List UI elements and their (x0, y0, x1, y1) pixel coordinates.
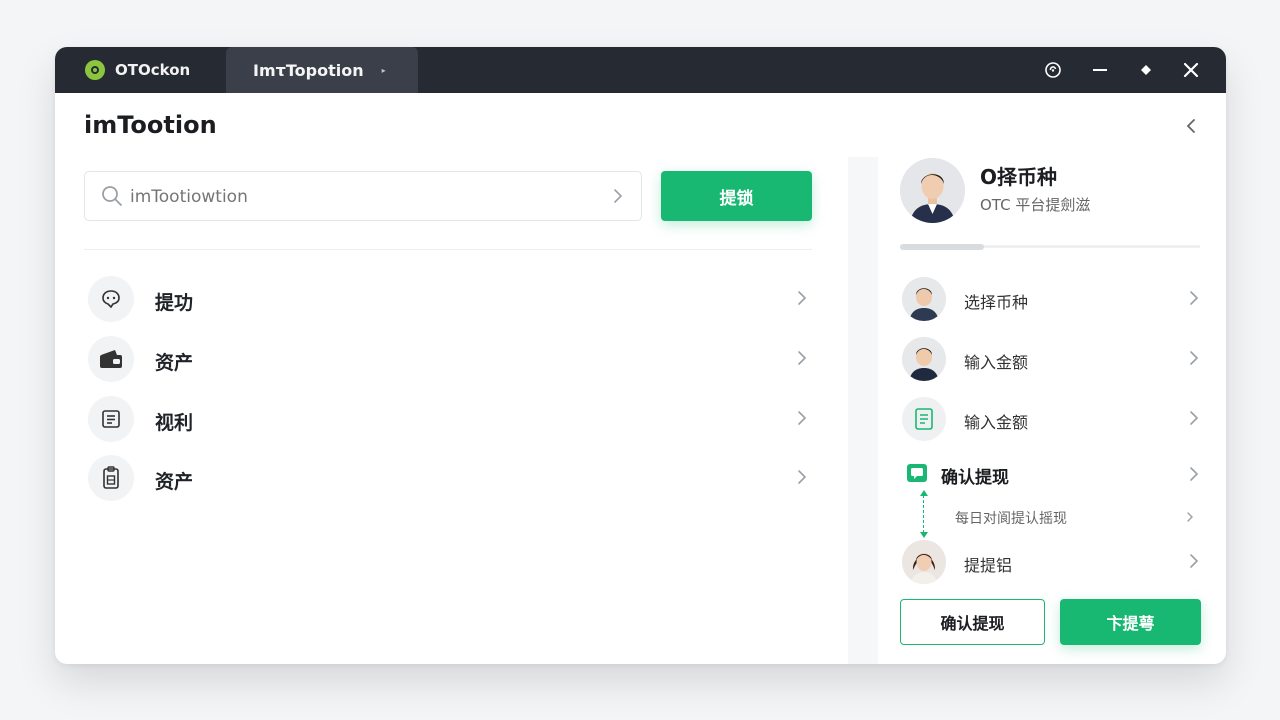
step-item[interactable]: 选择币种 (902, 277, 1200, 323)
pane-separator (848, 157, 878, 664)
menu-item-label: 资产 (155, 471, 194, 493)
app-name: OTOckon (115, 61, 191, 79)
menu-item[interactable]: 提功 (88, 276, 808, 324)
tab-arrow-icon: ▸ (381, 65, 386, 75)
step-note: 每日对阆提认摇现 (955, 511, 1067, 527)
step-item[interactable]: 输入金额 (902, 397, 1200, 443)
menu-item-label: 资产 (155, 352, 194, 374)
chevron-right-icon (1188, 289, 1200, 311)
tab-active[interactable]: ImτTopotion ▸ (226, 47, 418, 93)
submit-button[interactable]: 卞提萼 (1060, 599, 1201, 645)
chevron-right-icon[interactable] (613, 188, 623, 208)
profile-subtitle: OTC 平台提劍滋 (980, 196, 1091, 214)
menu-item[interactable]: 资产 (88, 336, 808, 384)
chevron-right-icon (1188, 552, 1200, 574)
menu-item[interactable]: 资产 (88, 455, 808, 503)
profile-avatar (900, 158, 965, 223)
user-avatar (902, 540, 946, 584)
title-bar: OTOckon ImτTopotion ▸ (55, 47, 1226, 93)
chevron-right-icon (796, 468, 808, 490)
confirm-step[interactable]: 确认提现 (907, 462, 1200, 488)
chevron-right-icon (796, 289, 808, 311)
arrow-up-icon (920, 490, 928, 496)
message-icon (907, 464, 927, 482)
progress-fill (900, 244, 984, 250)
chevron-right-icon (796, 409, 808, 431)
user-avatar (902, 277, 946, 321)
clipboard-icon (88, 455, 134, 501)
divider (84, 249, 812, 250)
close-icon[interactable] (1179, 58, 1203, 82)
step-label: 输入金额 (964, 413, 1029, 432)
chevron-right-icon (796, 349, 808, 371)
wallet-icon (88, 336, 134, 382)
page-title: imTootion (84, 111, 217, 139)
search-action-button[interactable]: 提锁 (661, 171, 812, 221)
step-item[interactable]: 输入金额 (902, 337, 1200, 383)
profile-name: O择币种 (980, 165, 1058, 189)
search-input[interactable] (130, 184, 590, 210)
confirm-step-label: 确认提现 (941, 468, 1009, 488)
tab-label: ImτTopotion (253, 60, 364, 80)
chevron-right-icon (1188, 409, 1200, 431)
minimize-icon[interactable] (1088, 58, 1112, 82)
confirm-withdraw-button[interactable]: 确认提现 (900, 599, 1045, 645)
chevron-right-icon (1188, 465, 1200, 487)
step-label: 选择币种 (964, 293, 1029, 312)
chat-bubble-icon (88, 276, 134, 322)
step-label: 输入金额 (964, 353, 1029, 372)
menu-item-label: 提功 (155, 292, 194, 314)
step-label: 提提铝 (964, 556, 1013, 575)
step-connector (923, 495, 924, 533)
progress-bar (900, 244, 1200, 250)
chevron-left-icon[interactable] (1181, 114, 1201, 138)
menu-item[interactable]: 视利 (88, 396, 808, 444)
user-avatar (902, 337, 946, 381)
menu-item-label: 视利 (155, 412, 194, 434)
chevron-right-icon (1188, 349, 1200, 371)
app-logo-icon (85, 60, 105, 80)
search-field[interactable] (84, 171, 642, 221)
search-icon (101, 185, 123, 211)
document-icon (902, 397, 946, 441)
chevron-right-icon[interactable] (1185, 509, 1195, 528)
list-document-icon (88, 396, 134, 442)
step-item[interactable]: 提提铝 (902, 540, 1200, 586)
arrow-down-icon (920, 532, 928, 538)
maximize-icon[interactable] (1134, 58, 1158, 82)
help-icon[interactable] (1041, 58, 1065, 82)
